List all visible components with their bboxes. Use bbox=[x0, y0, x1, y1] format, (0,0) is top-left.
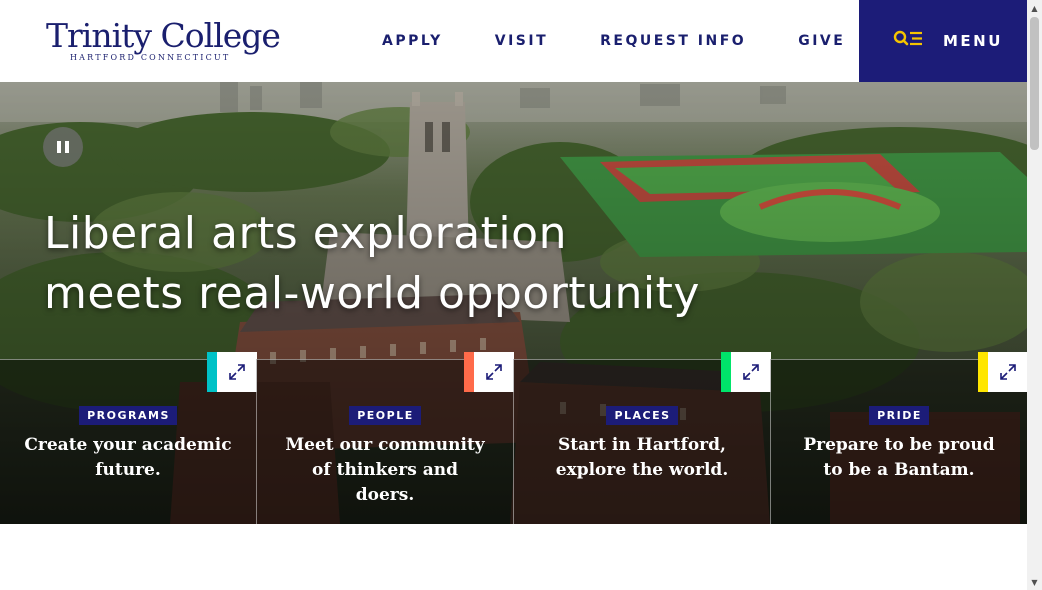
expand-icon[interactable] bbox=[988, 352, 1027, 392]
card-tag: PROGRAMS bbox=[79, 406, 177, 425]
scroll-thumb[interactable] bbox=[1030, 17, 1039, 150]
hero-section: Liberal arts exploration meets real-worl… bbox=[0, 82, 1027, 524]
expand-icon[interactable] bbox=[474, 352, 514, 392]
scroll-down-arrow-icon[interactable]: ▼ bbox=[1027, 575, 1042, 590]
expand-icon[interactable] bbox=[217, 352, 257, 392]
nav-request-info-link[interactable]: REQUEST INFO bbox=[600, 33, 746, 49]
card-description: Meet our community of thinkers and doers… bbox=[285, 435, 485, 505]
nav-visit-link[interactable]: VISIT bbox=[495, 33, 548, 49]
search-menu-icon bbox=[893, 30, 923, 52]
scroll-up-arrow-icon[interactable]: ▲ bbox=[1027, 0, 1042, 15]
card-description: Start in Hartford, explore the world. bbox=[555, 435, 729, 480]
hero-headline-line2: meets real-world opportunity bbox=[44, 268, 700, 319]
pause-icon-bar bbox=[65, 141, 69, 153]
card-people[interactable]: PEOPLE Meet our community of thinkers an… bbox=[256, 352, 514, 524]
trinity-college-logo[interactable]: Trinity College HARTFORD CONNECTICUT bbox=[46, 16, 281, 63]
card-tag: PEOPLE bbox=[349, 406, 421, 425]
pause-video-button[interactable] bbox=[43, 127, 83, 167]
card-programs[interactable]: PROGRAMS Create your academic future. bbox=[0, 352, 257, 524]
card-description: Create your academic future. bbox=[24, 435, 232, 480]
site-header: Trinity College HARTFORD CONNECTICUT APP… bbox=[0, 0, 1027, 82]
page-scrollbar[interactable]: ▲ ▼ bbox=[1027, 0, 1042, 590]
card-tag: PRIDE bbox=[869, 406, 929, 425]
card-places[interactable]: PLACES Start in Hartford, explore the wo… bbox=[513, 352, 771, 524]
expand-icon[interactable] bbox=[731, 352, 771, 392]
hero-headline: Liberal arts exploration meets real-worl… bbox=[44, 204, 700, 324]
card-pride[interactable]: PRIDE Prepare to be proud to be a Bantam… bbox=[770, 352, 1027, 524]
card-description: Prepare to be proud to be a Bantam. bbox=[803, 435, 995, 480]
pause-icon-bar bbox=[57, 141, 61, 153]
hero-headline-line1: Liberal arts exploration bbox=[44, 208, 567, 259]
nav-apply-link[interactable]: APPLY bbox=[382, 33, 443, 49]
feature-cards: PROGRAMS Create your academic future. PE… bbox=[0, 352, 1027, 524]
card-tag: PLACES bbox=[606, 406, 678, 425]
menu-label: MENU bbox=[943, 32, 1003, 50]
nav-give-link[interactable]: GIVE bbox=[798, 33, 845, 49]
logo-wordmark: Trinity College bbox=[46, 16, 281, 55]
menu-button[interactable]: MENU bbox=[859, 0, 1027, 82]
utility-nav: APPLY VISIT REQUEST INFO GIVE bbox=[382, 33, 845, 49]
